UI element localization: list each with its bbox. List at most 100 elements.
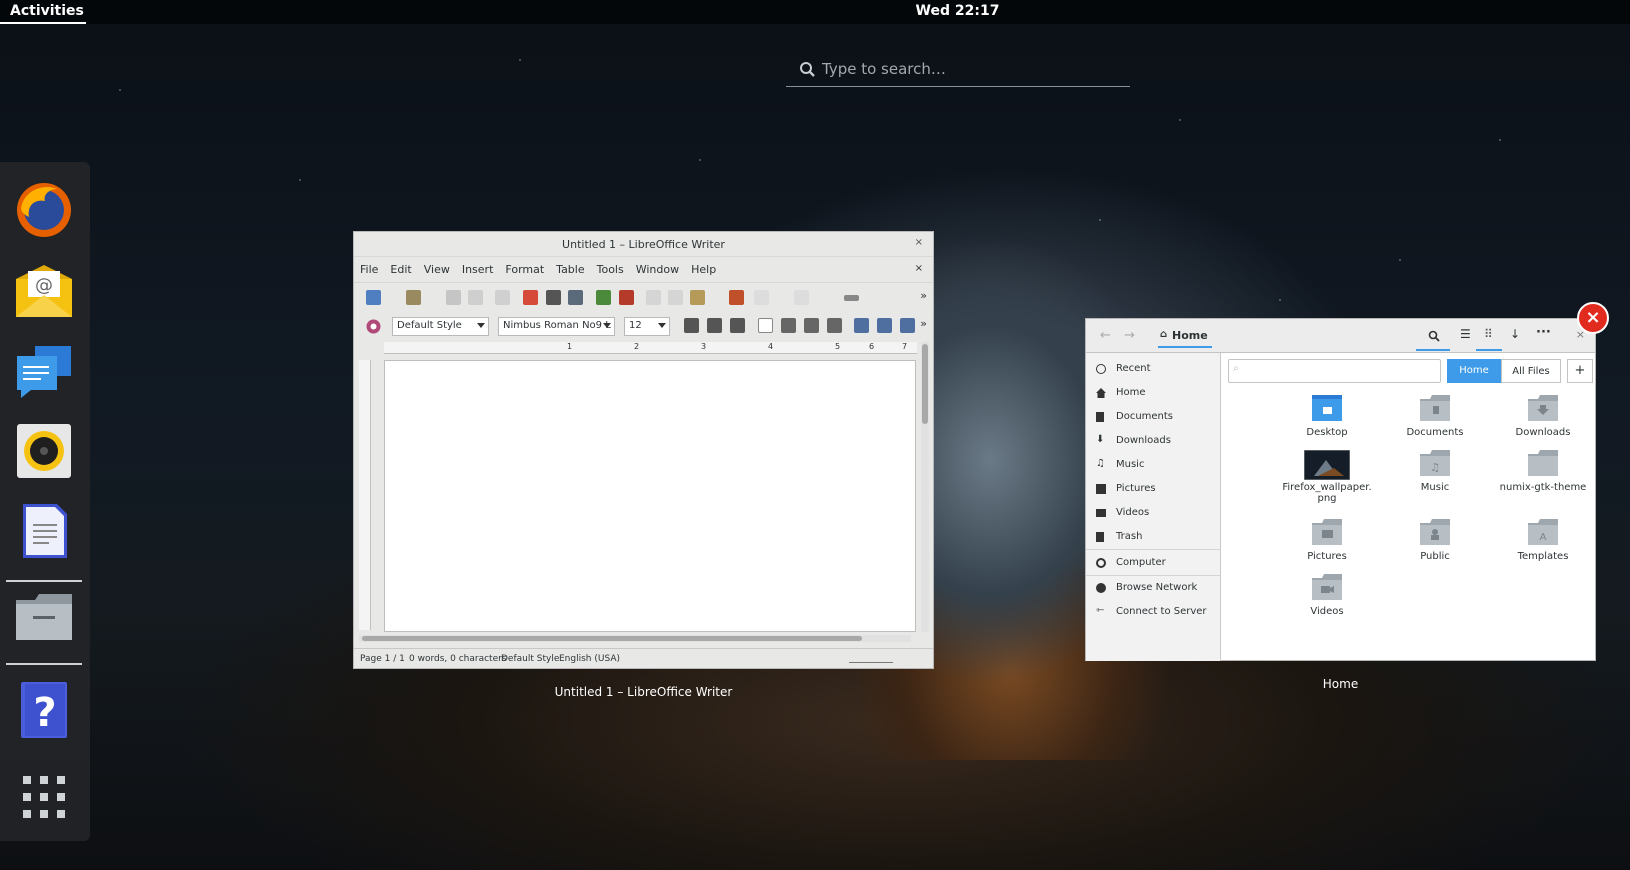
file-item[interactable]: A Templates (1493, 519, 1593, 562)
add-search-criteria-button[interactable]: + (1567, 359, 1593, 383)
file-item[interactable]: numix-gtk-theme (1493, 450, 1593, 493)
file-item[interactable]: Firefox_wallpaper. png (1277, 449, 1377, 504)
file-item[interactable]: Desktop (1277, 395, 1377, 438)
language-status[interactable]: English (USA) (559, 654, 620, 664)
files-icon[interactable] (13, 584, 75, 646)
zoom-slider[interactable] (849, 655, 893, 663)
menu-icon[interactable]: ··· (1536, 325, 1551, 340)
align-right-icon[interactable] (804, 318, 819, 333)
paragraph-style-select[interactable]: Default Style (392, 317, 489, 336)
email-icon[interactable] (468, 290, 483, 305)
font-name-select[interactable]: Nimbus Roman No9 L (498, 317, 615, 336)
writer-window-thumbnail[interactable]: Untitled 1 – LibreOffice Writer × File Ed… (353, 231, 934, 669)
bullets-icon[interactable] (877, 318, 892, 333)
justify-icon[interactable] (827, 318, 842, 333)
writer-close-button[interactable]: × (915, 237, 923, 248)
search-input[interactable]: Type to search… (822, 60, 946, 78)
page-count[interactable]: Page 1 / 1 (360, 654, 405, 664)
sidebar-item-downloads[interactable]: ⬇ Downloads (1086, 430, 1221, 452)
sidebar-item-trash[interactable]: Trash (1086, 526, 1221, 548)
file-item[interactable]: Downloads (1493, 395, 1593, 438)
undo-icon[interactable] (754, 290, 769, 305)
files-search-input[interactable]: ⌕ (1228, 359, 1441, 383)
vertical-ruler[interactable] (359, 360, 371, 630)
files-window-thumbnail[interactable]: ← → ⌂ Home ☰ ⠿ ↓ ··· × Recent Home Docum… (1085, 318, 1596, 661)
menu-tools[interactable]: Tools (591, 257, 630, 276)
document-page[interactable] (384, 360, 916, 632)
document-close-button[interactable]: × (915, 263, 923, 274)
export-pdf-icon[interactable] (523, 290, 538, 305)
file-item[interactable]: Public (1385, 519, 1485, 562)
file-item[interactable]: Pictures (1277, 519, 1377, 562)
autocorrect-icon[interactable] (619, 290, 634, 305)
sort-icon[interactable]: ↓ (1510, 327, 1520, 341)
sidebar-item-home[interactable]: Home (1086, 382, 1221, 404)
menu-help[interactable]: Help (685, 257, 722, 276)
numbering-icon[interactable] (854, 318, 869, 333)
chat-icon[interactable] (13, 340, 75, 402)
menu-edit[interactable]: Edit (384, 257, 417, 276)
search-scope-all[interactable]: All Files (1501, 359, 1561, 383)
search-icon[interactable] (1428, 330, 1440, 342)
redo-icon[interactable] (794, 290, 809, 305)
sidebar-item-pictures[interactable]: Pictures (1086, 478, 1221, 500)
page-style-status[interactable]: Default Style (501, 654, 559, 664)
writer-icon[interactable] (13, 500, 75, 562)
file-item[interactable]: ♫ Music (1385, 450, 1485, 493)
forward-icon[interactable]: → (1124, 328, 1135, 343)
close-window-button[interactable]: × (1577, 302, 1609, 334)
indent-icon[interactable] (900, 318, 915, 333)
firefox-icon[interactable] (13, 179, 75, 241)
font-size-select[interactable]: 12 (624, 317, 670, 336)
file-item[interactable]: Videos (1277, 574, 1377, 617)
hyperlink-icon[interactable] (844, 295, 859, 301)
save-icon[interactable] (446, 290, 461, 305)
search-scope-home[interactable]: Home (1447, 359, 1501, 383)
edit-mode-icon[interactable] (495, 290, 510, 305)
sidebar-item-music[interactable]: ♫ Music (1086, 454, 1221, 476)
grid-view-icon[interactable]: ⠿ (1484, 327, 1493, 341)
help-icon[interactable]: ? (13, 680, 75, 742)
align-left-icon[interactable] (758, 318, 773, 333)
bold-icon[interactable] (684, 318, 699, 333)
rhythmbox-icon[interactable] (13, 420, 75, 482)
overview-search[interactable]: Type to search… (786, 54, 1130, 87)
sidebar-item-documents[interactable]: Documents (1086, 406, 1221, 428)
clock[interactable]: Wed 22:17 (0, 3, 1630, 19)
back-icon[interactable]: ← (1100, 328, 1111, 343)
vertical-scrollbar[interactable] (921, 342, 929, 632)
spellcheck-icon[interactable] (596, 290, 611, 305)
app-grid-icon[interactable] (13, 768, 75, 830)
menu-table[interactable]: Table (550, 257, 590, 276)
styles-icon[interactable] (366, 319, 381, 334)
new-document-icon[interactable] (366, 290, 381, 305)
sidebar-item-connect-server[interactable]: ⇽ Connect to Server (1086, 601, 1221, 623)
menu-insert[interactable]: Insert (456, 257, 500, 276)
open-icon[interactable] (406, 290, 421, 305)
file-item[interactable]: Documents (1385, 395, 1485, 438)
sidebar-item-computer[interactable]: Computer (1086, 552, 1221, 574)
document-area[interactable] (384, 360, 916, 632)
sidebar-item-videos[interactable]: Videos (1086, 502, 1221, 524)
paste-icon[interactable] (690, 290, 705, 305)
copy-icon[interactable] (668, 290, 683, 305)
menu-format[interactable]: Format (499, 257, 550, 276)
italic-icon[interactable] (707, 318, 722, 333)
sidebar-item-recent[interactable]: Recent (1086, 358, 1221, 380)
menu-view[interactable]: View (418, 257, 456, 276)
mail-icon[interactable]: @ (13, 259, 75, 321)
print-preview-icon[interactable] (568, 290, 583, 305)
print-icon[interactable] (546, 290, 561, 305)
underline-icon[interactable] (730, 318, 745, 333)
menu-window[interactable]: Window (630, 257, 685, 276)
toolbar-overflow-button[interactable]: » (920, 289, 927, 302)
sidebar-item-browse-network[interactable]: Browse Network (1086, 577, 1221, 599)
clone-formatting-icon[interactable] (729, 290, 744, 305)
word-count[interactable]: 0 words, 0 characters (409, 654, 507, 664)
horizontal-scrollbar[interactable] (359, 635, 911, 642)
menu-file[interactable]: File (354, 257, 384, 276)
format-overflow-button[interactable]: » (920, 317, 927, 330)
list-view-icon[interactable]: ☰ (1460, 327, 1471, 341)
horizontal-ruler[interactable]: 1 2 3 4 5 6 7 (384, 342, 917, 354)
align-center-icon[interactable] (781, 318, 796, 333)
